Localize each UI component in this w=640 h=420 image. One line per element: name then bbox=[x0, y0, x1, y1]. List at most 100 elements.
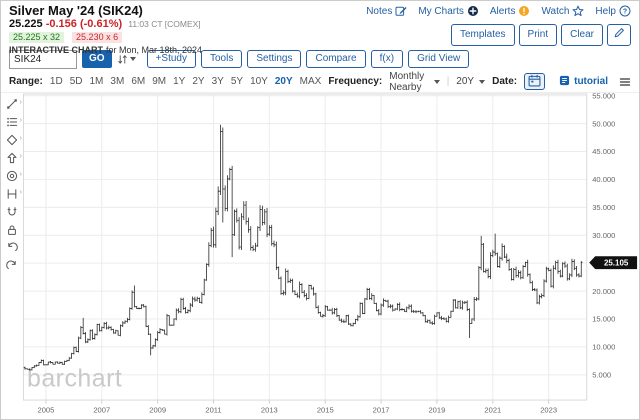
chevron-down-icon bbox=[479, 80, 485, 84]
range-6m[interactable]: 6M bbox=[131, 76, 145, 87]
pencil-icon bbox=[613, 27, 625, 43]
arrow-tool[interactable]: › bbox=[2, 150, 22, 166]
magnet-tool[interactable] bbox=[2, 204, 22, 220]
target-icon bbox=[6, 170, 18, 182]
flyout-chevron-icon: › bbox=[20, 99, 22, 107]
range-5y[interactable]: 5Y bbox=[231, 76, 243, 87]
print-button[interactable]: Print bbox=[519, 24, 558, 46]
frequency-value: Monthly Nearby bbox=[389, 71, 428, 93]
annotations-icon bbox=[6, 116, 18, 128]
range-max[interactable]: MAX bbox=[300, 76, 322, 87]
y-axis-labels: 5.00010.00015.00020.00025.00030.00035.00… bbox=[592, 93, 615, 380]
svg-text:30.000: 30.000 bbox=[592, 231, 615, 240]
price-change: -0.156 (-0.61%) bbox=[46, 18, 122, 30]
svg-text:15.000: 15.000 bbox=[592, 315, 615, 324]
notes-link-label: Notes bbox=[366, 6, 392, 17]
last-price-tag: 25.105 bbox=[589, 256, 637, 269]
target-tool[interactable]: › bbox=[2, 168, 22, 184]
range-3y[interactable]: 3Y bbox=[212, 76, 224, 87]
svg-text:2009: 2009 bbox=[149, 406, 166, 415]
range-2y[interactable]: 2Y bbox=[192, 76, 204, 87]
svg-text:50.000: 50.000 bbox=[592, 119, 615, 128]
x-axis-labels: 2005200720092011201320152017201920212023 bbox=[37, 406, 557, 415]
range-bar: Range: 1D 5D 1M 3M 6M 9M 1Y 2Y 3Y 5Y 10Y 20Y MAX Fre… bbox=[1, 71, 639, 92]
header-links: Notes My Charts Alerts Watch Help? bbox=[366, 5, 631, 17]
period-value: 20Y bbox=[456, 76, 474, 87]
period-dropdown[interactable]: 20Y bbox=[456, 76, 485, 87]
symbol-flipper-icon[interactable] bbox=[117, 54, 136, 65]
lock-tool[interactable] bbox=[2, 222, 22, 238]
range-label: Range: bbox=[9, 76, 43, 87]
tutorial-link[interactable]: tutorial bbox=[559, 75, 608, 89]
chevron-down-icon bbox=[130, 57, 136, 61]
range-1m[interactable]: 1M bbox=[90, 76, 104, 87]
svg-text:5.000: 5.000 bbox=[592, 371, 611, 380]
divider: | bbox=[447, 76, 450, 87]
last-price: 25.225 bbox=[9, 18, 43, 30]
flyout-chevron-icon: › bbox=[20, 153, 22, 161]
calendar-icon bbox=[528, 74, 541, 90]
undo-icon bbox=[6, 242, 18, 254]
range-5d[interactable]: 5D bbox=[70, 76, 83, 87]
measure-tool[interactable]: › bbox=[2, 186, 22, 202]
calendar-button[interactable] bbox=[524, 73, 545, 90]
shapes-icon bbox=[6, 134, 18, 146]
svg-text:10.000: 10.000 bbox=[592, 343, 615, 352]
undo-tool[interactable] bbox=[2, 240, 22, 256]
draw-button[interactable] bbox=[607, 24, 631, 46]
svg-text:2023: 2023 bbox=[540, 406, 557, 415]
magnet-icon bbox=[6, 206, 18, 218]
help-link[interactable]: Help? bbox=[595, 5, 631, 17]
shapes-tool[interactable]: › bbox=[2, 132, 22, 148]
chart-action-buttons: Templates Print Clear bbox=[366, 24, 631, 46]
my-charts-link-label: My Charts bbox=[418, 6, 464, 17]
watermark: barchart bbox=[27, 365, 122, 393]
svg-text:2011: 2011 bbox=[205, 406, 221, 415]
price-chart[interactable]: barchart5.00010.00015.00020.00025.00030.… bbox=[23, 93, 639, 417]
svg-text:2015: 2015 bbox=[317, 406, 334, 415]
chevron-down-icon bbox=[434, 80, 440, 84]
svg-text:40.000: 40.000 bbox=[592, 175, 615, 184]
range-3m[interactable]: 3M bbox=[110, 76, 124, 87]
flyout-chevron-icon: › bbox=[20, 135, 22, 143]
notes-link[interactable]: Notes bbox=[366, 5, 407, 17]
svg-text:2017: 2017 bbox=[373, 406, 390, 415]
frequency-dropdown[interactable]: Monthly Nearby bbox=[389, 71, 439, 93]
clear-button[interactable]: Clear bbox=[561, 24, 603, 46]
range-1y[interactable]: 1Y bbox=[173, 76, 185, 87]
interactive-chart-line: INTERACTIVE CHARTfor Mon, Mar 18th, 2024 bbox=[9, 45, 631, 55]
range-10y[interactable]: 10Y bbox=[250, 76, 268, 87]
svg-text:55.000: 55.000 bbox=[592, 93, 615, 100]
alerts-link[interactable]: Alerts bbox=[490, 5, 531, 17]
date-label: Date: bbox=[492, 76, 517, 87]
range-9m[interactable]: 9M bbox=[152, 76, 166, 87]
trendline-tool[interactable]: › bbox=[2, 96, 22, 112]
help-icon: ? bbox=[619, 5, 631, 17]
quote-time: 11:03 CT [COMEX] bbox=[128, 19, 200, 29]
watch-icon bbox=[572, 5, 584, 17]
help-link-label: Help bbox=[595, 6, 616, 17]
svg-text:?: ? bbox=[623, 8, 627, 15]
chart-zone: ›››››› barchart5.00010.00015.00020.00025… bbox=[1, 92, 639, 417]
ask-quote: 25.230 x 6 bbox=[72, 32, 122, 43]
flyout-chevron-icon: › bbox=[20, 171, 22, 179]
frequency-label: Frequency: bbox=[328, 76, 382, 87]
redo-tool[interactable] bbox=[2, 258, 22, 274]
svg-text:2021: 2021 bbox=[484, 406, 501, 415]
my-charts-icon bbox=[467, 5, 479, 17]
flyout-chevron-icon: › bbox=[20, 117, 22, 125]
tutorial-label: tutorial bbox=[574, 76, 608, 87]
watch-link[interactable]: Watch bbox=[541, 5, 584, 17]
arrow-icon bbox=[6, 152, 18, 164]
annotations-tool[interactable]: › bbox=[2, 114, 22, 130]
chart-menu-icon[interactable] bbox=[619, 76, 631, 88]
range-20y[interactable]: 20Y bbox=[275, 76, 293, 87]
svg-text:2019: 2019 bbox=[428, 406, 445, 415]
alerts-link-label: Alerts bbox=[490, 6, 516, 17]
flyout-chevron-icon: › bbox=[20, 189, 22, 197]
templates-button[interactable]: Templates bbox=[451, 24, 515, 46]
interactive-chart-label: INTERACTIVE CHART bbox=[9, 45, 103, 55]
range-1d[interactable]: 1D bbox=[50, 76, 63, 87]
lock-icon bbox=[6, 224, 18, 236]
my-charts-link[interactable]: My Charts bbox=[418, 5, 479, 17]
